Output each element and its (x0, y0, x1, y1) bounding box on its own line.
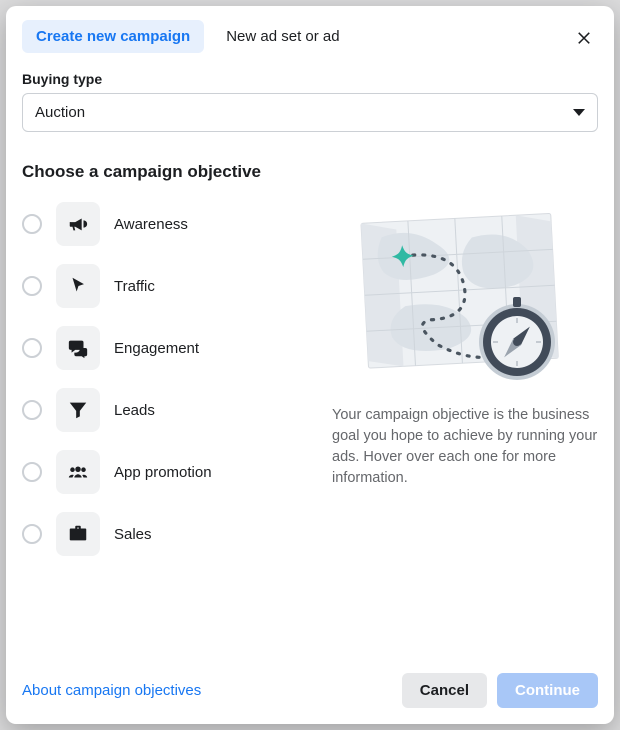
radio-engagement[interactable] (22, 338, 42, 358)
tab-new-ad-set[interactable]: New ad set or ad (212, 20, 353, 53)
objective-heading: Choose a campaign objective (22, 162, 598, 182)
buying-type-value: Auction (35, 104, 85, 121)
objective-label: Leads (114, 402, 155, 419)
tab-create-campaign[interactable]: Create new campaign (22, 20, 204, 53)
objective-label: Sales (114, 526, 152, 543)
megaphone-icon (56, 202, 100, 246)
objective-label: Awareness (114, 216, 188, 233)
objective-option-engagement[interactable]: Engagement (22, 326, 302, 370)
funnel-icon (56, 388, 100, 432)
continue-button[interactable]: Continue (497, 673, 598, 708)
map-compass-illustration (355, 212, 575, 387)
radio-app-promotion[interactable] (22, 462, 42, 482)
objective-label: Engagement (114, 340, 199, 357)
close-icon (575, 28, 593, 46)
objective-option-leads[interactable]: Leads (22, 388, 302, 432)
objective-options: Awareness Traffic Engagement (22, 202, 302, 659)
buying-type-select[interactable]: Auction (22, 93, 598, 132)
objective-option-app-promotion[interactable]: App promotion (22, 450, 302, 494)
objective-label: App promotion (114, 464, 212, 481)
about-objectives-link[interactable]: About campaign objectives (22, 682, 201, 699)
buying-type-label: Buying type (22, 71, 598, 87)
cursor-icon (56, 264, 100, 308)
modal-tabs: Create new campaign New ad set or ad (22, 20, 598, 53)
cancel-button[interactable]: Cancel (402, 673, 487, 708)
people-icon (56, 450, 100, 494)
objective-description-panel: Your campaign objective is the business … (332, 202, 598, 659)
radio-traffic[interactable] (22, 276, 42, 296)
chat-icon (56, 326, 100, 370)
objective-option-traffic[interactable]: Traffic (22, 264, 302, 308)
radio-leads[interactable] (22, 400, 42, 420)
chevron-down-icon (573, 109, 585, 116)
briefcase-icon (56, 512, 100, 556)
radio-awareness[interactable] (22, 214, 42, 234)
objective-content: Awareness Traffic Engagement (22, 202, 598, 659)
modal-footer: About campaign objectives Cancel Continu… (22, 659, 598, 708)
close-button[interactable] (570, 23, 598, 51)
objective-description: Your campaign objective is the business … (332, 405, 598, 489)
objective-label: Traffic (114, 278, 155, 295)
create-campaign-modal: Create new campaign New ad set or ad Buy… (6, 6, 614, 724)
radio-sales[interactable] (22, 524, 42, 544)
objective-option-sales[interactable]: Sales (22, 512, 302, 556)
objective-option-awareness[interactable]: Awareness (22, 202, 302, 246)
